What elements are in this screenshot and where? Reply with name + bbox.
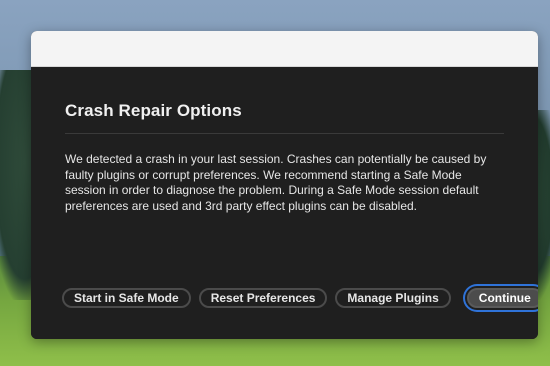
dialog-title: Crash Repair Options	[65, 101, 242, 120]
start-safe-mode-button[interactable]: Start in Safe Mode	[62, 288, 191, 308]
reset-preferences-button[interactable]: Reset Preferences	[198, 288, 328, 308]
crash-message: We detected a crash in your last session…	[65, 152, 487, 213]
dialog-button-row: Start in Safe Mode Reset Preferences Man…	[62, 288, 538, 308]
manage-plugins-button[interactable]: Manage Plugins	[335, 288, 451, 308]
title-divider	[65, 133, 504, 134]
crash-repair-dialog: Crash Repair Options We detected a crash…	[31, 31, 538, 339]
dialog-body: Crash Repair Options We detected a crash…	[31, 67, 538, 339]
continue-button[interactable]: Continue	[466, 288, 538, 308]
dialog-titlebar[interactable]	[31, 31, 538, 67]
